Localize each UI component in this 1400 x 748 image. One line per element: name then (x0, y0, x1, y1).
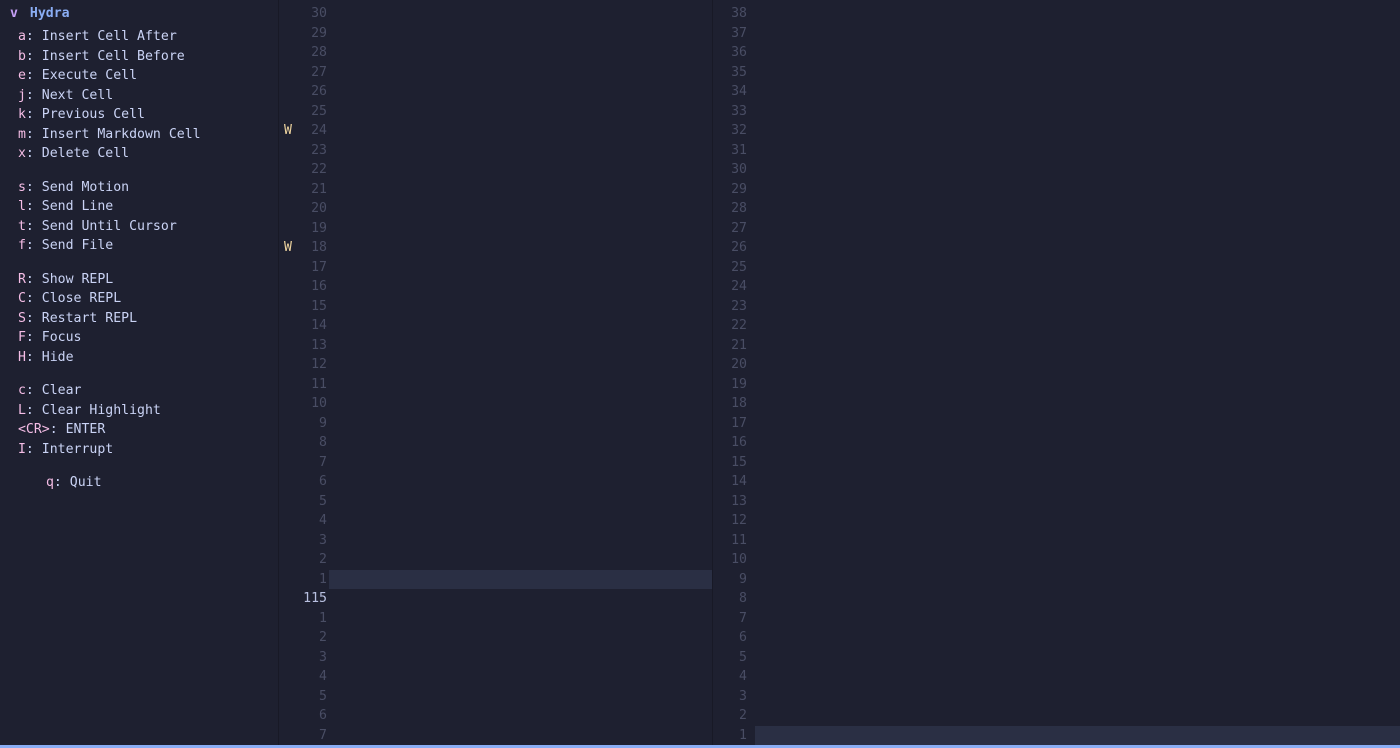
menu-label: Interrupt (42, 442, 113, 457)
menu-key: I (10, 442, 26, 457)
menu-item[interactable]: s: Send Motion (10, 178, 270, 198)
menu-label: Show REPL (42, 272, 113, 287)
menu-key: L (10, 403, 26, 418)
menu-item[interactable]: q: Quit (10, 473, 270, 493)
menu-key: k (10, 107, 26, 122)
menu-item[interactable]: R: Show REPL (10, 270, 270, 290)
menu-item[interactable]: e: Execute Cell (10, 66, 270, 86)
menu-label: Send Line (42, 199, 113, 214)
menu-item[interactable]: L: Clear Highlight (10, 401, 270, 421)
repl-cursor-highlight (755, 726, 1400, 746)
cursor-line-highlight (329, 570, 712, 590)
app-root: v Hydra a: Insert Cell After b: Insert C… (0, 0, 1400, 748)
menu-label: Clear (42, 383, 82, 398)
menu-label: Send Until Cursor (42, 219, 177, 234)
menu-key: F (10, 330, 26, 345)
menu-item[interactable]: t: Send Until Cursor (10, 217, 270, 237)
hydra-sidebar: v Hydra a: Insert Cell After b: Insert C… (0, 0, 278, 748)
menu-key: e (10, 68, 26, 83)
menu-label: Send Motion (42, 180, 129, 195)
menu-label: Quit (70, 475, 102, 490)
menu-key: <CR> (10, 422, 50, 437)
menu-label: ENTER (66, 422, 106, 437)
repl-output-pane[interactable]: 3837363534333231302928272625242322212019… (712, 0, 1400, 748)
menu-item[interactable]: l: Send Line (10, 197, 270, 217)
menu-item[interactable]: C: Close REPL (10, 289, 270, 309)
menu-key: t (10, 219, 26, 234)
menu-item[interactable]: x: Delete Cell (10, 144, 270, 164)
menu-label: Insert Cell Before (42, 49, 185, 64)
menu-key: b (10, 49, 26, 64)
sidebar-title-text: Hydra (30, 6, 70, 21)
sidebar-menu: a: Insert Cell After b: Insert Cell Befo… (10, 27, 270, 493)
menu-label: Hide (42, 350, 74, 365)
menu-label: Insert Markdown Cell (42, 127, 201, 142)
menu-label: Next Cell (42, 88, 113, 103)
menu-key: S (10, 311, 26, 326)
menu-item[interactable]: f: Send File (10, 236, 270, 256)
menu-item[interactable]: j: Next Cell (10, 86, 270, 106)
menu-label: Execute Cell (42, 68, 137, 83)
menu-label: Restart REPL (42, 311, 137, 326)
menu-key: c (10, 383, 26, 398)
menu-label: Send File (42, 238, 113, 253)
menu-item[interactable]: b: Insert Cell Before (10, 47, 270, 67)
sidebar-title: v Hydra (10, 6, 270, 21)
menu-item[interactable]: a: Insert Cell After (10, 27, 270, 47)
menu-key: H (10, 350, 26, 365)
menu-label: Delete Cell (42, 146, 129, 161)
menu-item[interactable]: c: Clear (10, 381, 270, 401)
menu-key: R (10, 272, 26, 287)
menu-key: x (10, 146, 26, 161)
menu-key: m (10, 127, 26, 142)
menu-label: Previous Cell (42, 107, 145, 122)
menu-item[interactable]: <CR>: ENTER (10, 420, 270, 440)
menu-item[interactable]: H: Hide (10, 348, 270, 368)
menu-key: q (38, 475, 54, 490)
menu-key: j (10, 88, 26, 103)
menu-key: a (10, 29, 26, 44)
menu-item[interactable]: k: Previous Cell (10, 105, 270, 125)
menu-item[interactable]: F: Focus (10, 328, 270, 348)
menu-item[interactable]: S: Restart REPL (10, 309, 270, 329)
menu-key: l (10, 199, 26, 214)
chevron-down-icon: v (10, 6, 18, 21)
menu-label: Close REPL (42, 291, 121, 306)
menu-label: Clear Highlight (42, 403, 161, 418)
menu-item[interactable]: I: Interrupt (10, 440, 270, 460)
code-editor-pane[interactable]: WW 3029282726252423222120191817161514131… (278, 0, 712, 748)
menu-label: Focus (42, 330, 82, 345)
menu-item[interactable]: m: Insert Markdown Cell (10, 125, 270, 145)
menu-label: Insert Cell After (42, 29, 177, 44)
menu-key: s (10, 180, 26, 195)
menu-key: f (10, 238, 26, 253)
menu-key: C (10, 291, 26, 306)
